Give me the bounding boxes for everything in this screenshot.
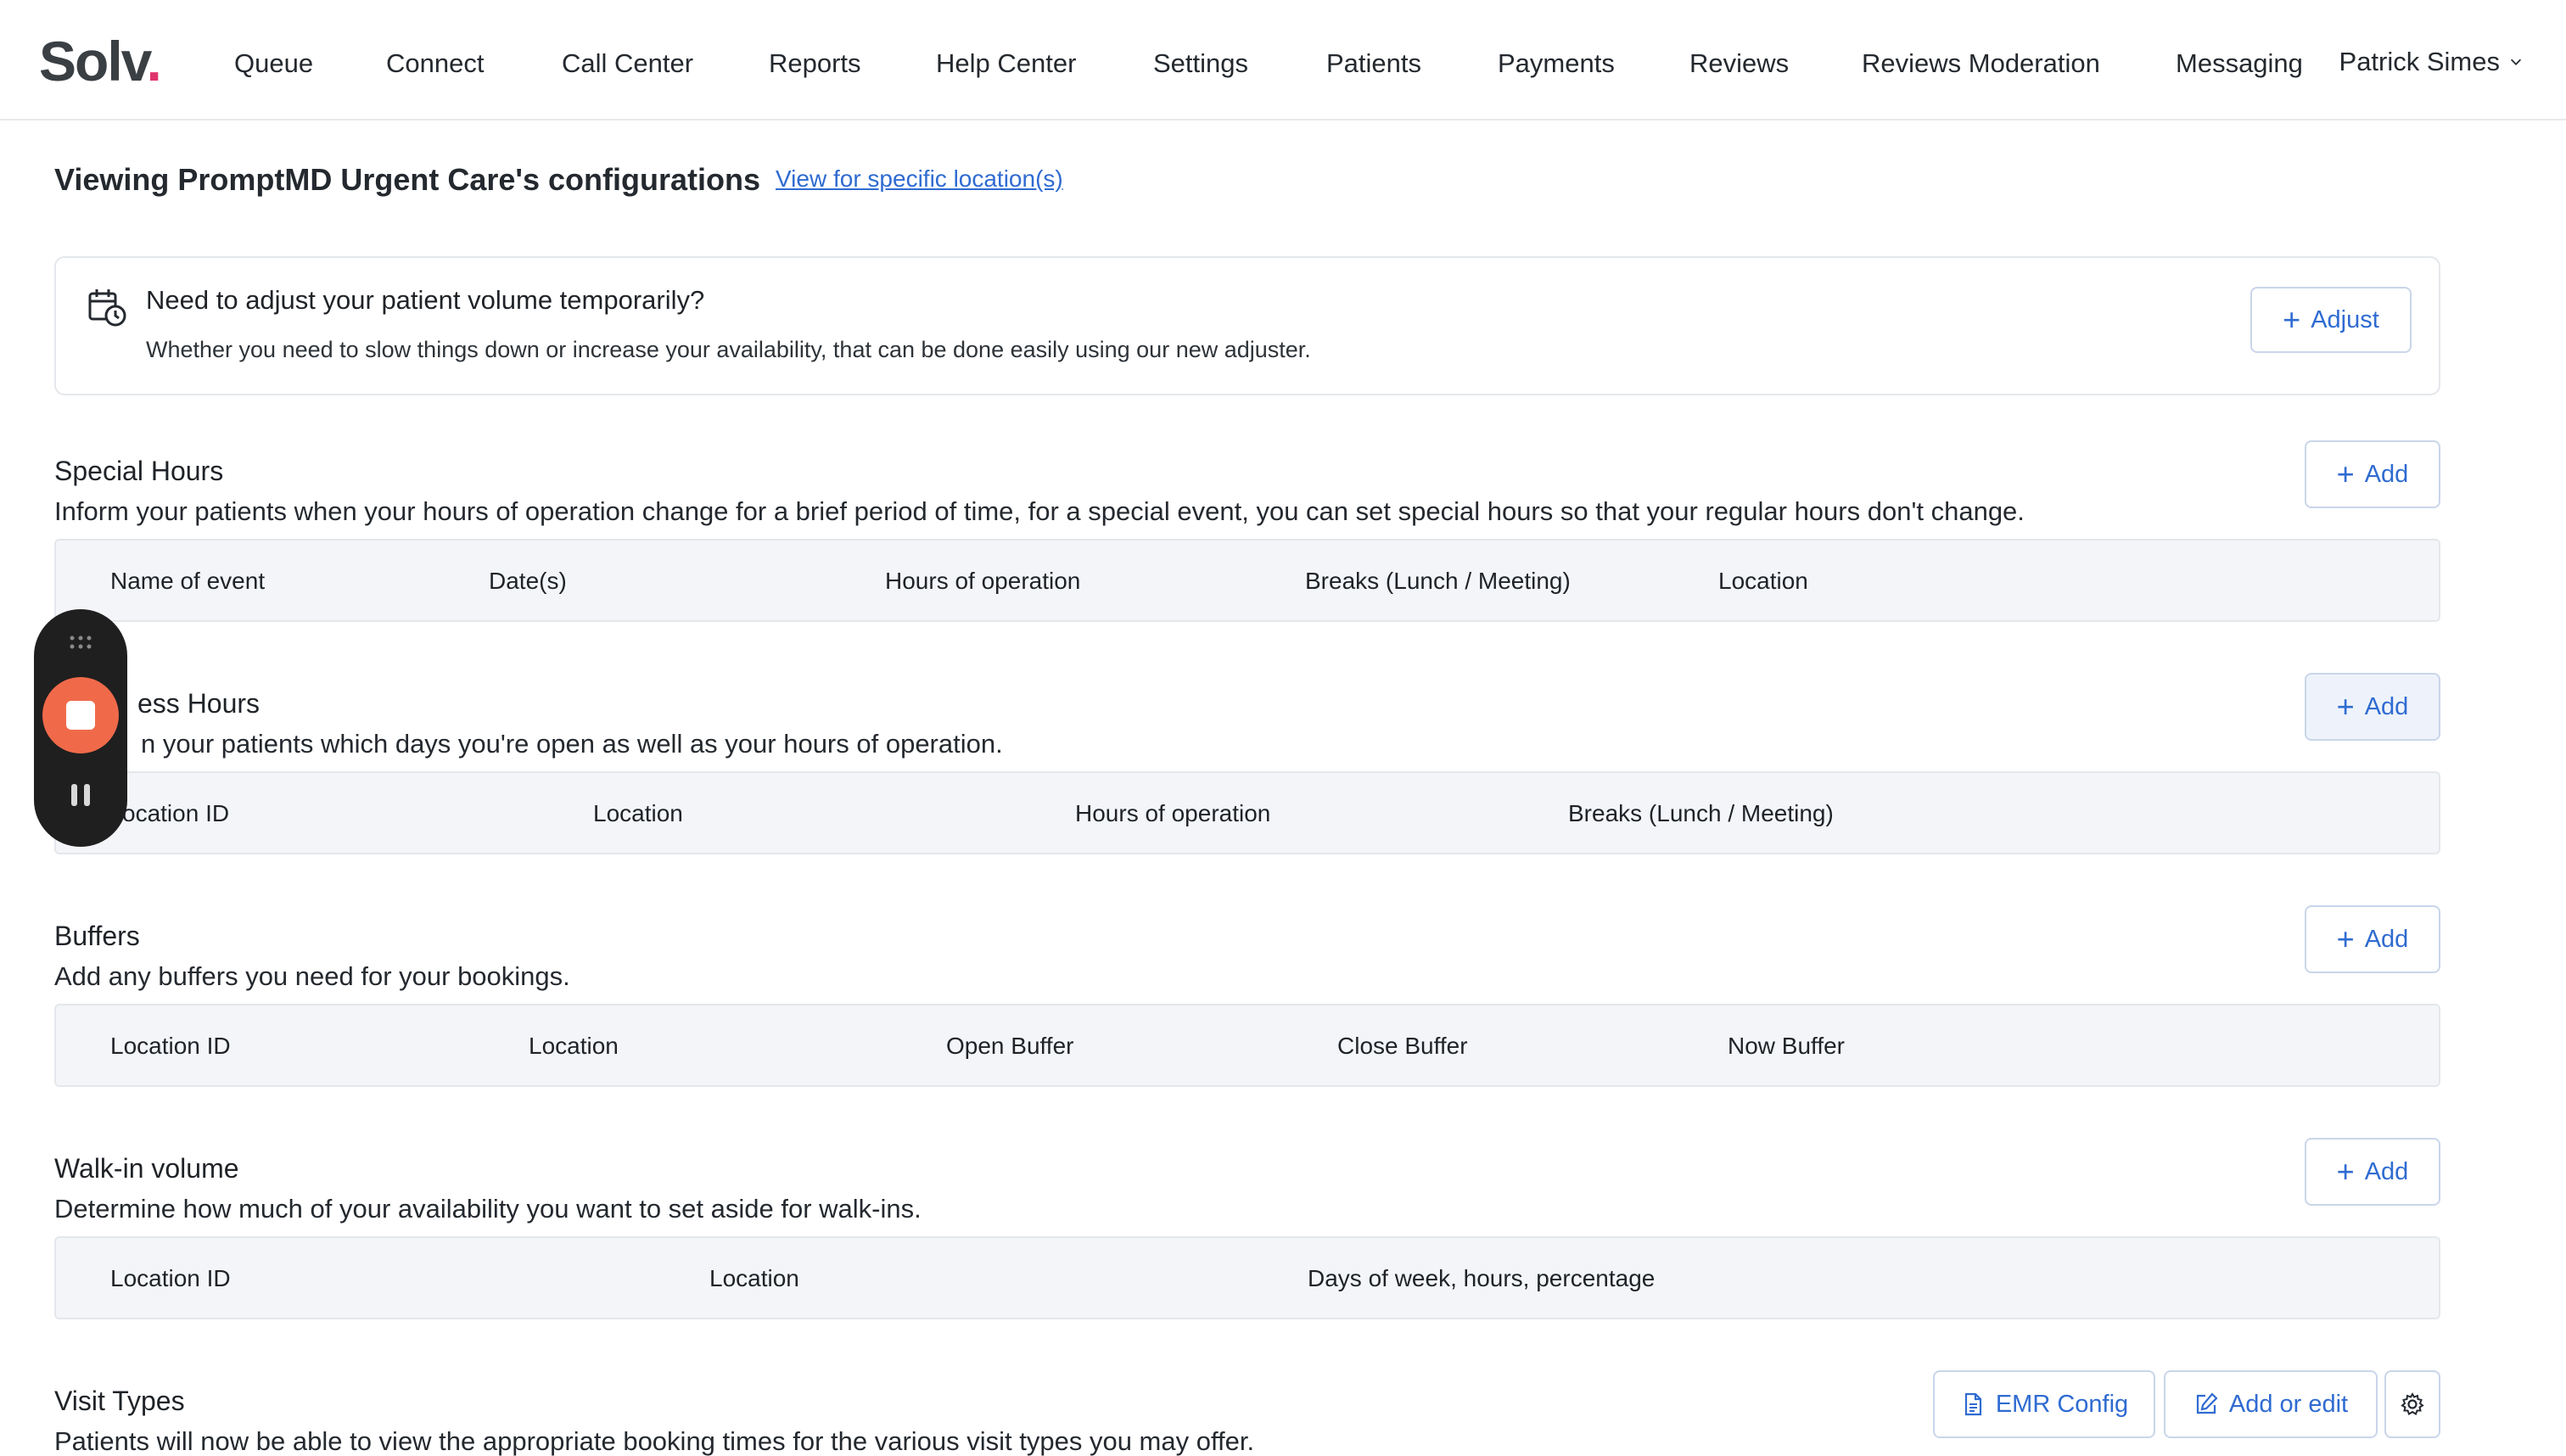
nav-item-call-center[interactable]: Call Center: [562, 48, 693, 80]
plus-icon: +: [2336, 921, 2355, 956]
column-header[interactable]: Location: [529, 1031, 619, 1061]
top-navigation: Solv. Queue Connect Call Center Reports …: [0, 0, 2566, 120]
column-header[interactable]: Location: [709, 1263, 799, 1294]
add-label: Add: [2364, 693, 2409, 720]
nav-item-messaging[interactable]: Messaging: [2176, 48, 2303, 80]
column-header[interactable]: Location: [1718, 566, 1808, 596]
column-header[interactable]: Location ID: [110, 1263, 231, 1294]
plus-icon: +: [2336, 456, 2355, 491]
business-hours-description: n your patients which days you're open a…: [141, 729, 1003, 759]
walk-in-volume-title: Walk-in volume: [54, 1153, 239, 1184]
column-header[interactable]: Breaks (Lunch / Meeting): [1305, 566, 1571, 596]
column-header[interactable]: Now Buffer: [1728, 1031, 1845, 1061]
page-title: Viewing PromptMD Urgent Care's configura…: [54, 162, 760, 197]
nav-item-settings[interactable]: Settings: [1153, 48, 1248, 80]
nav-item-queue[interactable]: Queue: [234, 48, 313, 80]
add-label: Add: [2364, 1158, 2409, 1185]
document-icon: [1964, 1392, 1981, 1416]
adjuster-description: Whether you need to slow things down or …: [146, 337, 1311, 362]
plus-icon: +: [2336, 689, 2355, 724]
adjust-button-label: Adjust: [2311, 306, 2379, 333]
column-header[interactable]: Hours of operation: [1075, 798, 1270, 829]
adjuster-title: Need to adjust your patient volume tempo…: [146, 285, 705, 315]
visit-types-description: Patients will now be able to view the ap…: [54, 1426, 1255, 1456]
nav-item-reviews[interactable]: Reviews: [1689, 48, 1789, 80]
nav-item-reports[interactable]: Reports: [769, 48, 861, 80]
nav-item-payments[interactable]: Payments: [1498, 48, 1615, 80]
nav-item-patients[interactable]: Patients: [1326, 48, 1421, 80]
column-header[interactable]: Location ID: [110, 1031, 231, 1061]
buffers-description: Add any buffers you need for your bookin…: [54, 961, 570, 991]
volume-adjuster-card: Need to adjust your patient volume tempo…: [54, 256, 2440, 395]
pause-recording-button[interactable]: [66, 779, 95, 813]
column-header[interactable]: Name of event: [110, 566, 265, 596]
walk-in-volume-table-header: Location ID Location Days of week, hours…: [54, 1236, 2440, 1319]
user-name: Patrick Simes: [2339, 47, 2500, 76]
column-header[interactable]: Location: [593, 798, 683, 829]
emr-config-button[interactable]: EMR Config: [1933, 1370, 2155, 1438]
buffers-add-button[interactable]: + Add: [2305, 905, 2440, 973]
column-header[interactable]: Open Buffer: [946, 1031, 1073, 1061]
column-header[interactable]: ocation ID: [122, 798, 229, 829]
visit-types-settings-button[interactable]: [2384, 1370, 2440, 1438]
stop-recording-button[interactable]: [42, 677, 119, 753]
user-menu[interactable]: Patrick Simes: [2339, 46, 2524, 78]
logo-dot: .: [146, 30, 161, 92]
buffers-title: Buffers: [54, 921, 140, 951]
pause-icon: [84, 784, 90, 806]
special-hours-title: Special Hours: [54, 456, 224, 486]
logo-text: Solv: [39, 30, 148, 92]
column-header[interactable]: Hours of operation: [885, 566, 1080, 596]
plus-icon: +: [2336, 1154, 2355, 1189]
column-header[interactable]: Date(s): [489, 566, 567, 596]
business-hours-add-button[interactable]: + Add: [2305, 673, 2440, 741]
column-header[interactable]: Breaks (Lunch / Meeting): [1568, 798, 1834, 829]
business-hours-title: ess Hours: [137, 688, 261, 719]
gear-icon: [2401, 1392, 2424, 1415]
plus-icon: +: [2283, 302, 2301, 337]
view-specific-locations-link[interactable]: View for specific location(s): [776, 164, 1063, 194]
special-hours-description: Inform your patients when your hours of …: [54, 496, 2025, 526]
stop-icon: [66, 701, 95, 730]
emr-config-label: EMR Config: [1995, 1391, 2129, 1418]
screen-recorder-widget: [34, 609, 127, 847]
business-hours-table-header: ocation ID Location Hours of operation B…: [54, 771, 2440, 854]
add-label: Add: [2364, 461, 2409, 488]
nav-item-reviews-moderation[interactable]: Reviews Moderation: [1862, 48, 2100, 80]
add-or-edit-button[interactable]: Add or edit: [2164, 1370, 2378, 1438]
buffers-table-header: Location ID Location Open Buffer Close B…: [54, 1004, 2440, 1087]
calendar-clock-icon: [88, 289, 126, 327]
column-header[interactable]: Days of week, hours, percentage: [1308, 1263, 1655, 1294]
special-hours-table-header: Name of event Date(s) Hours of operation…: [54, 539, 2440, 622]
walk-in-volume-add-button[interactable]: + Add: [2305, 1138, 2440, 1206]
nav-item-connect[interactable]: Connect: [386, 48, 484, 80]
pause-icon: [71, 784, 77, 806]
edit-icon: [2196, 1392, 2218, 1414]
solv-logo[interactable]: Solv.: [39, 30, 162, 92]
drag-handle-icon[interactable]: [66, 630, 95, 655]
add-or-edit-label: Add or edit: [2228, 1391, 2349, 1418]
add-label: Add: [2364, 926, 2409, 953]
column-header[interactable]: Close Buffer: [1337, 1031, 1468, 1061]
chevron-down-icon: [2510, 59, 2522, 65]
nav-item-help-center[interactable]: Help Center: [936, 48, 1076, 80]
walk-in-volume-description: Determine how much of your availability …: [54, 1194, 922, 1224]
adjust-button[interactable]: + Adjust: [2250, 287, 2412, 353]
special-hours-add-button[interactable]: + Add: [2305, 440, 2440, 508]
visit-types-title: Visit Types: [54, 1386, 185, 1416]
